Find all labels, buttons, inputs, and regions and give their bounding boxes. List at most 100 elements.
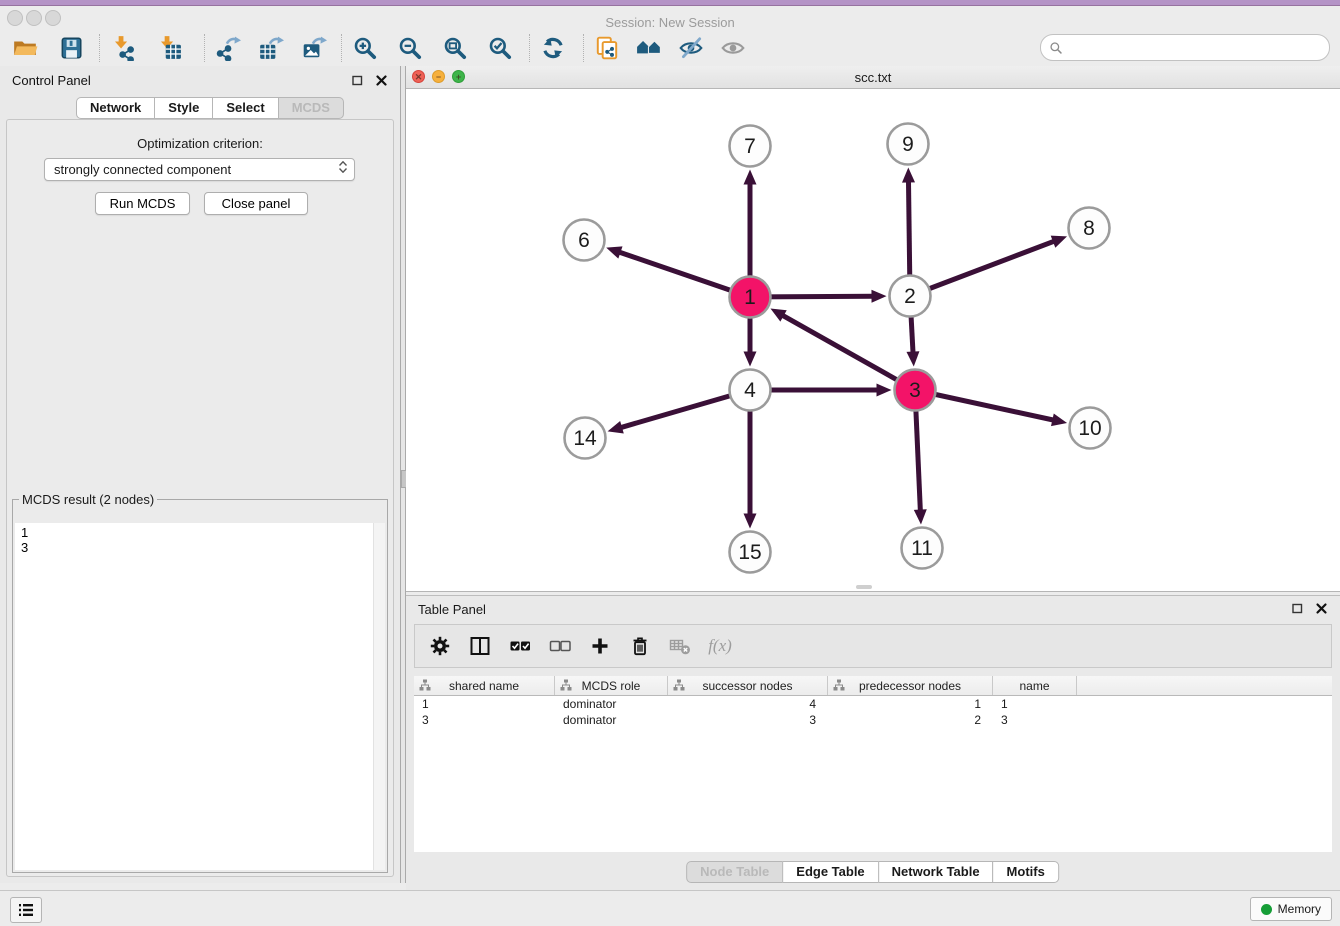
cell-successor-nodes[interactable]: 3 — [668, 713, 828, 727]
graph-edge-3-1[interactable] — [782, 315, 915, 390]
toolbar-group — [108, 34, 184, 62]
criterion-select[interactable]: strongly connected component — [44, 158, 355, 181]
search-box[interactable] — [1040, 34, 1330, 61]
table-row[interactable]: 3dominator323 — [414, 712, 1332, 728]
column-label: predecessor nodes — [859, 679, 961, 693]
graph-node-label: 1 — [744, 286, 756, 309]
task-history-button[interactable] — [10, 897, 42, 923]
delete-table-icon — [665, 632, 695, 660]
graph-edge-arrowhead — [1051, 413, 1067, 426]
graph-node-label: 2 — [904, 285, 916, 308]
import-table-icon[interactable] — [154, 34, 184, 62]
tab-mcds[interactable]: MCDS — [278, 97, 344, 119]
table-panel: Table Panel f(x) shared nameMCDS rolesuc… — [406, 595, 1340, 890]
mcds-result-area — [15, 523, 385, 870]
float-panel-icon[interactable] — [351, 74, 364, 87]
memory-status-dot — [1261, 904, 1272, 915]
cell-name[interactable]: 1 — [993, 697, 1077, 711]
graph-edge-arrowhead — [902, 167, 915, 182]
column-header-predecessor-nodes[interactable]: predecessor nodes — [828, 676, 993, 695]
select-all-icon[interactable] — [505, 632, 535, 660]
cell-MCDS-role[interactable]: dominator — [555, 713, 668, 727]
open-file-icon[interactable] — [10, 34, 40, 62]
mcds-result-text[interactable] — [15, 523, 385, 870]
table-float-icon[interactable] — [1291, 602, 1304, 615]
zoom-in-icon[interactable] — [350, 34, 380, 62]
tab-network-table[interactable]: Network Table — [878, 861, 994, 883]
graph-edge-arrowhead — [744, 170, 757, 185]
graph-edge-2-8[interactable] — [910, 241, 1055, 296]
hide-selected-icon[interactable] — [676, 34, 706, 62]
graph-edge-arrowhead — [914, 509, 927, 524]
cell-shared-name[interactable]: 1 — [414, 697, 555, 711]
optimization-criterion-label: Optimization criterion: — [7, 136, 393, 151]
column-hierarchy-icon — [419, 679, 431, 691]
canvas-resize-handle[interactable] — [856, 585, 872, 589]
table-close-icon[interactable] — [1315, 602, 1328, 615]
column-layout-icon[interactable] — [465, 632, 495, 660]
close-panel-button[interactable]: Close panel — [204, 192, 308, 215]
export-network-icon[interactable] — [213, 34, 243, 62]
network-window: ✕ − + scc.txt 7968124314101511 — [406, 66, 1340, 592]
tab-motifs[interactable]: Motifs — [993, 861, 1059, 883]
graph-node-label: 14 — [573, 427, 597, 450]
close-panel-icon[interactable] — [375, 74, 388, 87]
function-builder-icon: f(x) — [705, 632, 735, 660]
cell-predecessor-nodes[interactable]: 2 — [828, 713, 993, 727]
session-title: Session: New Session — [0, 15, 1340, 30]
zoom-selected-icon[interactable] — [485, 34, 515, 62]
zoom-fit-icon[interactable] — [440, 34, 470, 62]
table-body: 1dominator4113dominator323 — [414, 696, 1332, 728]
show-selected-icon[interactable] — [718, 34, 748, 62]
tab-edge-table[interactable]: Edge Table — [782, 861, 878, 883]
export-table-icon[interactable] — [256, 34, 286, 62]
delete-column-icon[interactable] — [625, 632, 655, 660]
deselect-all-icon[interactable] — [545, 632, 575, 660]
graph-node-label: 15 — [738, 541, 761, 564]
tab-style[interactable]: Style — [154, 97, 213, 119]
save-session-icon[interactable] — [56, 34, 86, 62]
run-mcds-button[interactable]: Run MCDS — [95, 192, 190, 215]
column-header-successor-nodes[interactable]: successor nodes — [668, 676, 828, 695]
network-title: scc.txt — [406, 70, 1340, 85]
memory-button[interactable]: Memory — [1250, 897, 1332, 921]
graph-node-label: 6 — [578, 229, 590, 252]
duplicate-network-icon[interactable] — [592, 34, 622, 62]
table-row[interactable]: 1dominator411 — [414, 696, 1332, 712]
add-column-icon[interactable] — [585, 632, 615, 660]
tab-select[interactable]: Select — [212, 97, 278, 119]
graph-edge-arrowhead — [744, 352, 757, 367]
table-toolbar: f(x) — [414, 624, 1332, 668]
cell-successor-nodes[interactable]: 4 — [668, 697, 828, 711]
import-network-icon[interactable] — [108, 34, 138, 62]
column-header-name[interactable]: name — [993, 676, 1077, 695]
network-overview-icon[interactable] — [634, 34, 664, 62]
toolbar-separator — [204, 34, 205, 62]
criterion-value: strongly connected component — [54, 162, 231, 177]
cell-shared-name[interactable]: 3 — [414, 713, 555, 727]
graph-node-label: 3 — [909, 379, 921, 402]
network-canvas[interactable]: 7968124314101511 — [406, 89, 1338, 591]
search-icon — [1049, 41, 1063, 55]
cell-name[interactable]: 3 — [993, 713, 1077, 727]
column-header-MCDS-role[interactable]: MCDS role — [555, 676, 668, 695]
mcds-result-scrollbar[interactable] — [373, 523, 385, 870]
cell-MCDS-role[interactable]: dominator — [555, 697, 668, 711]
zoom-out-icon[interactable] — [395, 34, 425, 62]
graph-edge-arrowhead — [877, 384, 892, 397]
refresh-icon[interactable] — [538, 34, 568, 62]
mcds-result-group: MCDS result (2 nodes) — [12, 492, 388, 873]
control-panel-tabs: NetworkStyleSelectMCDS — [77, 97, 344, 119]
toolbar-group — [592, 34, 748, 62]
search-input[interactable] — [1067, 37, 1329, 59]
toolbar-separator — [341, 34, 342, 62]
tab-network[interactable]: Network — [76, 97, 155, 119]
chevron-up-down-icon — [339, 161, 347, 173]
mcds-panel: Optimization criterion: strongly connect… — [6, 119, 394, 877]
memory-label: Memory — [1278, 902, 1321, 916]
cell-predecessor-nodes[interactable]: 1 — [828, 697, 993, 711]
tab-node-table[interactable]: Node Table — [686, 861, 783, 883]
settings-gear-icon[interactable] — [425, 632, 455, 660]
export-image-icon[interactable] — [299, 34, 329, 62]
column-header-shared-name[interactable]: shared name — [414, 676, 555, 695]
